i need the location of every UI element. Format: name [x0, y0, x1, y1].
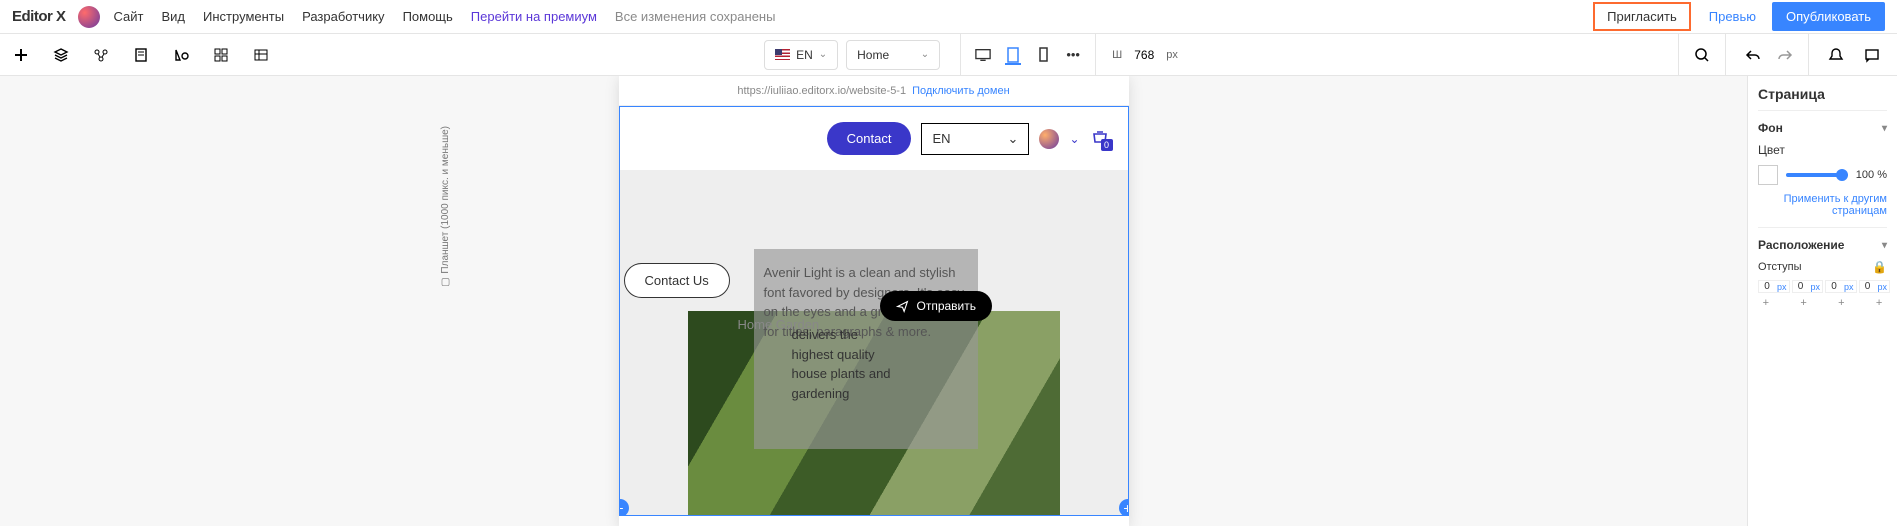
opacity-value: 100 — [1856, 169, 1874, 181]
pad-left[interactable]: 0px — [1859, 280, 1891, 293]
cart-count-badge: 0 — [1101, 139, 1113, 151]
canvas-width: Ш px — [1112, 48, 1178, 62]
canvas[interactable]: https://iuliiao.editorx.io/website-5-1 П… — [619, 76, 1129, 526]
panel-title: Страница — [1758, 86, 1887, 102]
cms-icon[interactable] — [252, 46, 270, 64]
tablet-icon[interactable] — [1005, 49, 1021, 65]
page-icon[interactable] — [132, 46, 150, 64]
width-label: Ш — [1112, 49, 1122, 61]
pad-right[interactable]: 0px — [1792, 280, 1824, 293]
us-flag-icon — [775, 49, 790, 60]
redo-icon[interactable] — [1776, 46, 1794, 64]
contact-button[interactable]: Contact — [827, 122, 912, 155]
menu-view[interactable]: Вид — [162, 9, 186, 24]
masters-icon[interactable] — [92, 46, 110, 64]
color-label: Цвет — [1758, 143, 1887, 157]
pad-bottom[interactable]: 0px — [1825, 280, 1857, 293]
width-input[interactable] — [1128, 48, 1160, 62]
send-label: Отправить — [917, 299, 977, 313]
bg-section-header[interactable]: Фон▾ — [1758, 121, 1887, 135]
plus-icon[interactable]: + — [1763, 297, 1769, 309]
send-button[interactable]: Отправить — [880, 291, 993, 321]
padding-label: Отступы — [1758, 261, 1802, 273]
chevron-down-icon[interactable]: ⌄ — [1069, 132, 1079, 146]
text-block-2[interactable]: delivers the highest quality house plant… — [792, 325, 900, 403]
apply-to-pages-link[interactable]: Применить к другим страницам — [1758, 193, 1887, 217]
resize-handle-left[interactable]: + — [619, 499, 629, 516]
inspector-panel: Страница Фон▾ Цвет 100 % Применить к дру… — [1747, 76, 1897, 526]
layout-section-header[interactable]: Расположение▾ — [1758, 238, 1887, 252]
ruler-breakpoint-label: ▢ Планшет (1000 пикс. и меньше) — [440, 126, 451, 287]
preview-button[interactable]: Превью — [1699, 3, 1766, 30]
site-lang-dropdown[interactable]: EN ⌄ — [921, 123, 1029, 155]
lang-label: EN — [796, 48, 813, 62]
menu-tools[interactable]: Инструменты — [203, 9, 284, 24]
site-lang-value: EN — [932, 131, 950, 146]
plus-icon[interactable]: + — [1800, 297, 1806, 309]
brand-logo: Editor X — [12, 8, 66, 25]
theme-icon[interactable] — [172, 46, 190, 64]
site-header: Contact EN ⌄ ⌄ 0 — [620, 107, 1128, 171]
menu-help[interactable]: Помощь — [403, 9, 453, 24]
opacity-slider[interactable] — [1786, 173, 1848, 177]
more-breakpoints-icon[interactable]: ••• — [1065, 47, 1081, 63]
add-icon[interactable] — [12, 46, 30, 64]
save-status: Все изменения сохранены — [615, 9, 776, 24]
contact-us-button[interactable]: Contact Us — [624, 263, 730, 298]
chevron-down-icon: ▾ — [1882, 240, 1887, 251]
plus-icon[interactable]: + — [1876, 297, 1882, 309]
upgrade-link[interactable]: Перейти на премиум — [471, 9, 597, 24]
chevron-down-icon: ▾ — [1882, 123, 1887, 134]
desktop-icon[interactable] — [975, 47, 991, 63]
resize-handle-right[interactable]: + — [1119, 499, 1129, 516]
page-selector[interactable]: Home ⌄ — [846, 40, 940, 70]
member-avatar[interactable] — [1039, 129, 1059, 149]
menu-dev[interactable]: Разработчику — [302, 9, 384, 24]
user-avatar[interactable] — [78, 6, 100, 28]
chevron-down-icon: ⌄ — [1008, 131, 1019, 147]
zoom-icon[interactable] — [1693, 46, 1711, 64]
apps-icon[interactable] — [212, 46, 230, 64]
lock-icon[interactable]: 🔒 — [1872, 260, 1887, 274]
notifications-icon[interactable] — [1827, 46, 1845, 64]
undo-icon[interactable] — [1744, 46, 1762, 64]
menu-site[interactable]: Сайт — [114, 9, 144, 24]
connect-domain-link[interactable]: Подключить домен — [912, 85, 1010, 97]
send-icon — [896, 300, 909, 313]
lang-selector[interactable]: EN ⌄ — [764, 40, 838, 70]
publish-button[interactable]: Опубликовать — [1772, 2, 1885, 31]
color-swatch[interactable] — [1758, 165, 1778, 185]
comments-icon[interactable] — [1863, 46, 1881, 64]
chevron-down-icon: ⌄ — [819, 49, 827, 60]
mobile-icon[interactable] — [1035, 47, 1051, 63]
plus-icon[interactable]: + — [1838, 297, 1844, 309]
pad-top[interactable]: 0px — [1758, 280, 1790, 293]
cart-icon[interactable]: 0 — [1090, 129, 1110, 149]
layers-icon[interactable] — [52, 46, 70, 64]
site-url: https://iuliiao.editorx.io/website-5-1 — [737, 85, 906, 97]
width-unit: px — [1166, 49, 1178, 61]
page-frame[interactable]: Contact EN ⌄ ⌄ 0 Contact Us — [619, 106, 1129, 516]
invite-button[interactable]: Пригласить — [1593, 2, 1691, 31]
chevron-down-icon: ⌄ — [921, 49, 929, 60]
page-label: Home — [857, 48, 889, 62]
